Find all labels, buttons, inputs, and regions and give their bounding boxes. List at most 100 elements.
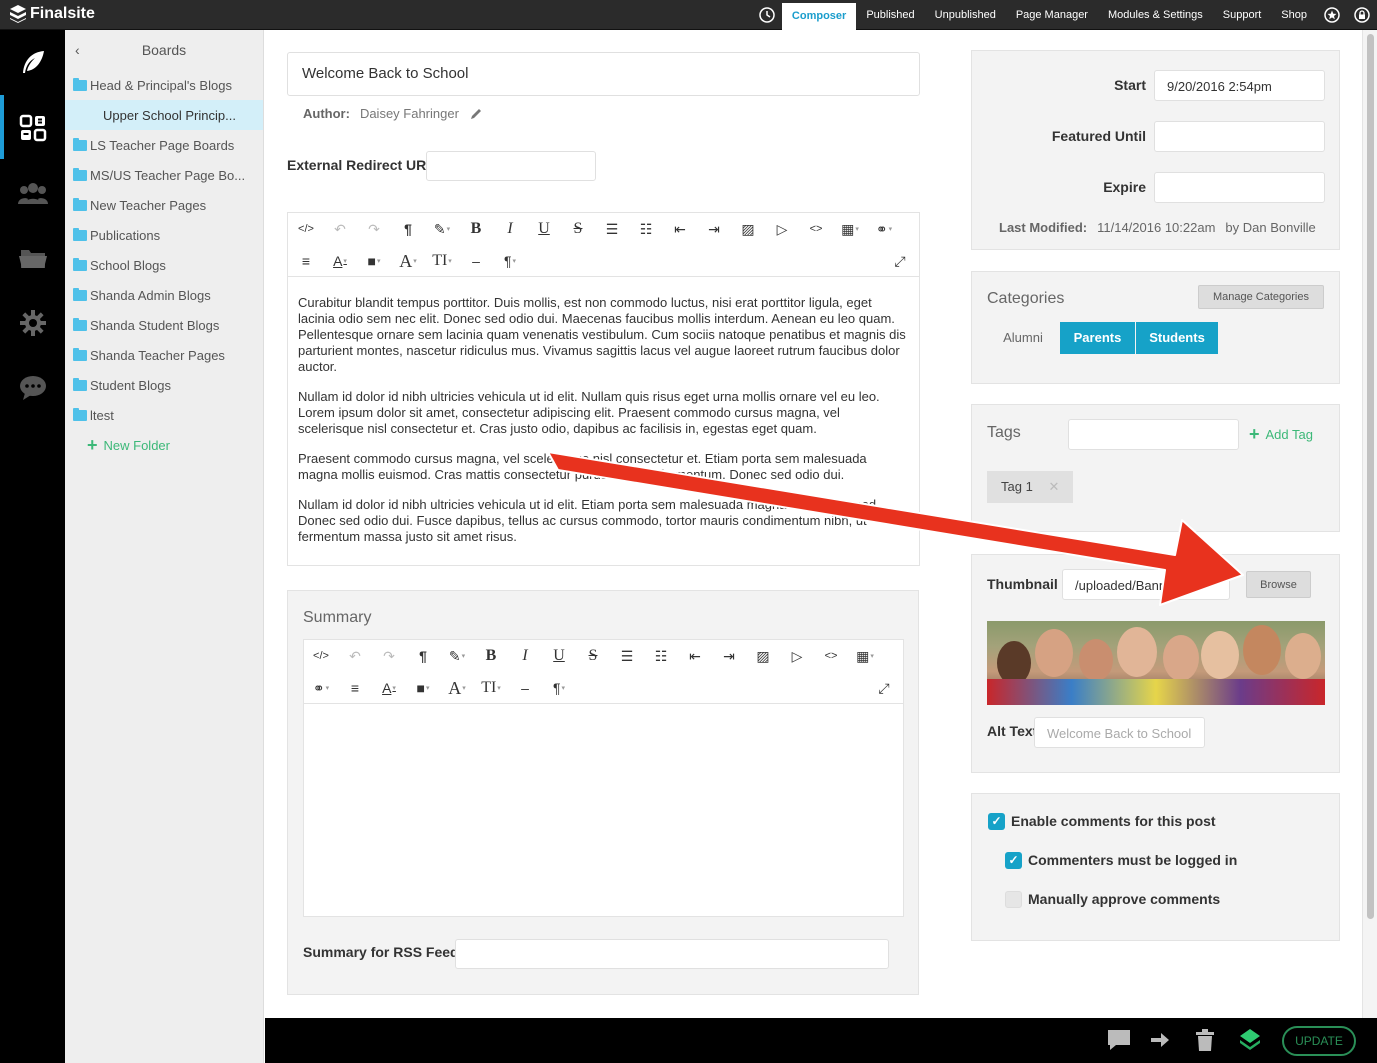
lock-icon[interactable]: [1347, 0, 1377, 30]
summary-content[interactable]: [304, 704, 903, 916]
paragraph-icon[interactable]: ¶: [406, 640, 440, 672]
main-scrollbar[interactable]: [1362, 30, 1377, 1018]
sidebar-settings[interactable]: [0, 290, 65, 355]
sidebar-messages[interactable]: [0, 355, 65, 420]
font-family-icon[interactable]: A ▾: [440, 672, 474, 704]
external-redirect-input[interactable]: [426, 151, 596, 181]
alt-text-input[interactable]: Welcome Back to School: [1034, 717, 1205, 748]
font-family-icon[interactable]: A ▾: [391, 245, 425, 277]
clock-icon[interactable]: [752, 0, 782, 30]
text-color-icon[interactable]: A ▾: [323, 245, 357, 277]
italic-icon[interactable]: I: [508, 640, 542, 672]
close-icon[interactable]: ✕: [1048, 479, 1059, 494]
background-color-icon[interactable]: ■ ▾: [406, 672, 440, 704]
board-item[interactable]: Shanda Teacher Pages: [65, 340, 263, 370]
font-size-icon[interactable]: TI ▾: [474, 672, 508, 704]
category-alumni[interactable]: Alumni: [987, 322, 1059, 354]
expire-input[interactable]: [1154, 172, 1325, 203]
horizontal-rule-icon[interactable]: –: [508, 672, 542, 704]
tab-shop[interactable]: Shop: [1271, 0, 1317, 30]
trash-icon[interactable]: [1195, 1028, 1215, 1057]
tab-published[interactable]: Published: [856, 0, 924, 30]
board-item[interactable]: School Blogs: [65, 250, 263, 280]
image-icon[interactable]: ▨: [746, 640, 780, 672]
font-size-icon[interactable]: TI ▾: [425, 245, 459, 277]
sidebar-people[interactable]: [0, 160, 65, 225]
board-item[interactable]: LS Teacher Page Boards: [65, 130, 263, 160]
start-input[interactable]: 9/20/2016 2:54pm: [1154, 70, 1325, 101]
bullet-list-icon[interactable]: ☰: [595, 213, 629, 245]
thumbnail-path-input[interactable]: /uploaded/Banne: [1062, 569, 1230, 600]
code-view-icon[interactable]: </>: [289, 213, 323, 245]
embed-icon[interactable]: <>: [799, 213, 833, 245]
featured-until-input[interactable]: [1154, 121, 1325, 152]
board-item[interactable]: Shanda Student Blogs: [65, 310, 263, 340]
video-icon[interactable]: ▷: [780, 640, 814, 672]
undo-icon[interactable]: ↶: [323, 213, 357, 245]
link-icon[interactable]: ⚭ ▾: [304, 672, 338, 704]
redo-icon[interactable]: ↷: [357, 213, 391, 245]
strikethrough-icon[interactable]: S: [561, 213, 595, 245]
undo-icon[interactable]: ↶: [338, 640, 372, 672]
enable-comments-checkbox[interactable]: ✓: [988, 813, 1005, 830]
numbered-list-icon[interactable]: ☷: [629, 213, 663, 245]
pencil-icon[interactable]: [469, 107, 483, 121]
link-icon[interactable]: ⚭ ▾: [867, 213, 901, 245]
background-color-icon[interactable]: ■ ▾: [357, 245, 391, 277]
embed-icon[interactable]: <>: [814, 640, 848, 672]
table-icon[interactable]: ▦ ▾: [848, 640, 882, 672]
indent-icon[interactable]: ⇥: [697, 213, 731, 245]
board-item[interactable]: Head & Principal's Blogs: [65, 70, 263, 100]
board-item-selected[interactable]: Upper School Princip...: [65, 100, 263, 130]
sidebar-files[interactable]: [0, 225, 65, 290]
sidebar-boards[interactable]: [0, 95, 65, 160]
fullscreen-icon[interactable]: ⤢: [883, 245, 917, 277]
category-students[interactable]: Students: [1136, 322, 1218, 354]
board-item[interactable]: MS/US Teacher Page Bo...: [65, 160, 263, 190]
code-view-icon[interactable]: </>: [304, 640, 338, 672]
indent-icon[interactable]: ⇥: [712, 640, 746, 672]
text-color-icon[interactable]: A ▾: [372, 672, 406, 704]
board-item[interactable]: ltest: [65, 400, 263, 430]
strikethrough-icon[interactable]: S: [576, 640, 610, 672]
star-icon[interactable]: [1317, 0, 1347, 30]
clear-format-icon[interactable]: ¶ ▾: [493, 245, 527, 277]
board-item[interactable]: Student Blogs: [65, 370, 263, 400]
tab-unpublished[interactable]: Unpublished: [925, 0, 1006, 30]
horizontal-rule-icon[interactable]: –: [459, 245, 493, 277]
manage-categories-button[interactable]: Manage Categories: [1198, 285, 1324, 309]
brush-icon[interactable]: ✎ ▾: [425, 213, 459, 245]
post-title-input[interactable]: Welcome Back to School: [287, 52, 920, 96]
new-folder-button[interactable]: + New Folder: [65, 430, 263, 460]
update-button[interactable]: UPDATE: [1282, 1026, 1356, 1056]
editor-content[interactable]: Curabitur blandit tempus porttitor. Duis…: [288, 277, 919, 577]
arrow-right-icon[interactable]: [1149, 1028, 1171, 1057]
board-item[interactable]: Shanda Admin Blogs: [65, 280, 263, 310]
underline-icon[interactable]: U: [542, 640, 576, 672]
outdent-icon[interactable]: ⇤: [678, 640, 712, 672]
tag-input[interactable]: [1068, 419, 1239, 450]
logged-in-checkbox[interactable]: ✓: [1005, 852, 1022, 869]
category-parents[interactable]: Parents: [1060, 322, 1135, 354]
brush-icon[interactable]: ✎ ▾: [440, 640, 474, 672]
clear-format-icon[interactable]: ¶ ▾: [542, 672, 576, 704]
fullscreen-icon[interactable]: ⤢: [867, 672, 901, 704]
bold-icon[interactable]: B: [459, 213, 493, 245]
tab-composer[interactable]: Composer: [781, 3, 857, 30]
video-icon[interactable]: ▷: [765, 213, 799, 245]
tab-page-manager[interactable]: Page Manager: [1006, 0, 1098, 30]
board-item[interactable]: Publications: [65, 220, 263, 250]
align-icon[interactable]: ≡: [289, 245, 323, 277]
redo-icon[interactable]: ↷: [372, 640, 406, 672]
bullet-list-icon[interactable]: ☰: [610, 640, 644, 672]
numbered-list-icon[interactable]: ☷: [644, 640, 678, 672]
image-icon[interactable]: ▨: [731, 213, 765, 245]
paragraph-icon[interactable]: ¶: [391, 213, 425, 245]
tab-modules-settings[interactable]: Modules & Settings: [1098, 0, 1213, 30]
bold-icon[interactable]: B: [474, 640, 508, 672]
browse-button[interactable]: Browse: [1246, 571, 1311, 598]
layers-icon[interactable]: [1239, 1028, 1261, 1059]
comment-icon[interactable]: [1106, 1028, 1132, 1057]
finalsite-logo[interactable]: Finalsite: [10, 5, 95, 23]
scrollbar-thumb[interactable]: [1367, 34, 1374, 919]
